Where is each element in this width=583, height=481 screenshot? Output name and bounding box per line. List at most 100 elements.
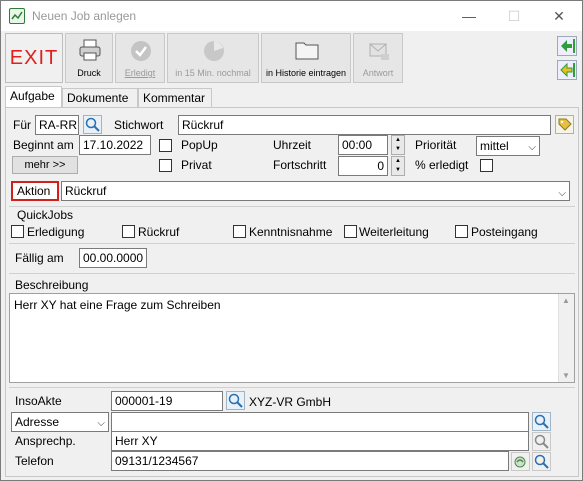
tab-aufgabe-label: Aufgabe [10, 89, 55, 103]
app-icon [9, 8, 25, 24]
search-icon [228, 393, 243, 408]
beginnt-label: Beginnt am [13, 138, 74, 152]
privat-checkbox[interactable] [159, 159, 172, 172]
erledigt-checkbox[interactable] [480, 159, 493, 172]
prioritaet-label: Priorität [415, 138, 457, 152]
print-button[interactable]: Druck [65, 33, 113, 83]
telefon-search-button[interactable] [532, 452, 551, 471]
chevron-down-icon: ⌵ [97, 418, 105, 429]
tab-kommentar[interactable]: Kommentar [138, 88, 212, 108]
adresse-select[interactable]: Adresse ⌵ [11, 412, 109, 432]
arrow-left-icon [561, 39, 575, 53]
clock-icon [204, 41, 224, 61]
phone-icon [514, 456, 526, 468]
tab-dokumente[interactable]: Dokumente [62, 88, 138, 108]
scroll-up-icon[interactable]: ▲ [562, 296, 570, 305]
quickjob-erledigung-label: Erledigung [27, 225, 85, 239]
check-circle-icon [131, 41, 151, 61]
stichwort-input[interactable]: Rückruf [178, 115, 551, 135]
phone-call-button[interactable] [511, 452, 530, 471]
faellig-input[interactable]: 00.00.0000 [79, 248, 147, 268]
back-yellow-arrow-button[interactable] [557, 60, 577, 80]
divider [9, 243, 575, 244]
exit-label: EXIT [9, 47, 59, 69]
chevron-down-icon: ⌵ [558, 188, 566, 199]
stichwort-label: Stichwort [114, 118, 164, 132]
maximize-icon[interactable]: ☐ [500, 5, 528, 27]
ansprech-input[interactable]: Herr XY [111, 431, 529, 451]
fuer-search-button[interactable] [83, 115, 102, 134]
quickjob-rueckruf-label: Rückruf [138, 225, 180, 239]
fortschritt-spinner[interactable]: ▲ ▼ [391, 156, 405, 176]
erledigt-percent-label: % erledigt [415, 158, 469, 172]
insoakte-search-button[interactable] [226, 391, 245, 410]
beschreibung-text: Herr XY hat eine Frage zum Schreiben [14, 298, 221, 312]
telefon-label: Telefon [15, 454, 54, 468]
popup-checkbox[interactable] [159, 139, 172, 152]
divider [9, 206, 575, 207]
scrollbar[interactable]: ▲ ▼ [558, 294, 574, 382]
scroll-down-icon[interactable]: ▼ [562, 371, 570, 380]
uhrzeit-input[interactable]: 00:00 [338, 135, 388, 155]
privat-label: Privat [181, 158, 212, 172]
aktion-select[interactable]: Rückruf ⌵ [61, 181, 570, 201]
quickjob-kenntnisnahme-label: Kenntnisnahme [249, 225, 333, 239]
search-icon [534, 414, 549, 429]
reply-icon [369, 43, 389, 60]
tag-icon [558, 118, 572, 131]
mehr-button[interactable]: mehr >> [12, 156, 78, 174]
quickjob-erledigung-checkbox[interactable] [11, 225, 24, 238]
printer-icon [79, 39, 101, 61]
erledigt-label: Erledigt [124, 68, 156, 78]
historie-button[interactable]: in Historie eintragen [261, 33, 351, 83]
insoakte-name: XYZ-VR GmbH [249, 395, 332, 409]
adresse-label: Adresse [15, 415, 60, 429]
popup-label: PopUp [181, 138, 218, 152]
insoakte-input[interactable]: 000001-19 [111, 391, 223, 411]
beginnt-input[interactable]: 17.10.2022 [79, 135, 151, 155]
quickjob-weiterleitung-checkbox[interactable] [344, 225, 357, 238]
beschreibung-label: Beschreibung [15, 278, 89, 292]
search-icon [534, 434, 549, 449]
back-arrow-button[interactable] [557, 36, 577, 56]
telefon-input[interactable]: 09131/1234567 [111, 451, 509, 471]
quickjob-rueckruf-checkbox[interactable] [122, 225, 135, 238]
title-bar: Neuen Job anlegen — ☐ ✕ [1, 1, 582, 31]
quickjobs-title: QuickJobs [17, 208, 74, 222]
fuer-label: Für [13, 118, 31, 132]
arrow-left-yellow-icon [560, 62, 575, 78]
erledigt-button[interactable]: Erledigt [115, 33, 165, 83]
quickjob-kenntnisnahme-checkbox[interactable] [233, 225, 246, 238]
job-window: Neuen Job anlegen — ☐ ✕ EXIT Druck Erled… [0, 0, 583, 481]
divider [9, 273, 575, 274]
stichwort-tag-button[interactable] [555, 115, 574, 134]
search-icon [534, 454, 549, 469]
in15min-label: in 15 Min. nochmal [175, 68, 251, 78]
folder-icon [295, 42, 319, 60]
prioritaet-select[interactable]: mittel ⌵ [476, 136, 540, 156]
adresse-search-button[interactable] [532, 412, 551, 431]
ansprech-search-button[interactable] [532, 432, 551, 451]
fortschritt-input[interactable]: 0 [338, 156, 388, 176]
tab-dokumente-label: Dokumente [67, 91, 129, 105]
adresse-input[interactable] [111, 412, 529, 432]
exit-button[interactable]: EXIT [5, 33, 63, 83]
aktion-value: Rückruf [65, 184, 107, 198]
historie-label: in Historie eintragen [265, 68, 347, 78]
in15min-button[interactable]: in 15 Min. nochmal [167, 33, 259, 83]
uhrzeit-label: Uhrzeit [273, 138, 312, 152]
uhrzeit-spinner[interactable]: ▲ ▼ [391, 135, 405, 155]
fuer-input[interactable]: RA-RR [35, 115, 79, 135]
minimize-icon[interactable]: — [455, 5, 483, 27]
divider [9, 387, 575, 388]
beschreibung-textarea[interactable]: Herr XY hat eine Frage zum Schreiben ▲ ▼ [9, 293, 575, 383]
quickjob-weiterleitung-label: Weiterleitung [359, 225, 429, 239]
close-icon[interactable]: ✕ [545, 5, 573, 27]
tab-aufgabe[interactable]: Aufgabe [5, 86, 62, 108]
antwort-button[interactable]: Antwort [353, 33, 403, 83]
tab-kommentar-label: Kommentar [143, 91, 206, 105]
quickjob-posteingang-checkbox[interactable] [455, 225, 468, 238]
chevron-down-icon: ⌵ [528, 142, 536, 153]
window-title: Neuen Job anlegen [32, 9, 137, 23]
insoakte-label: InsoAkte [15, 394, 62, 408]
